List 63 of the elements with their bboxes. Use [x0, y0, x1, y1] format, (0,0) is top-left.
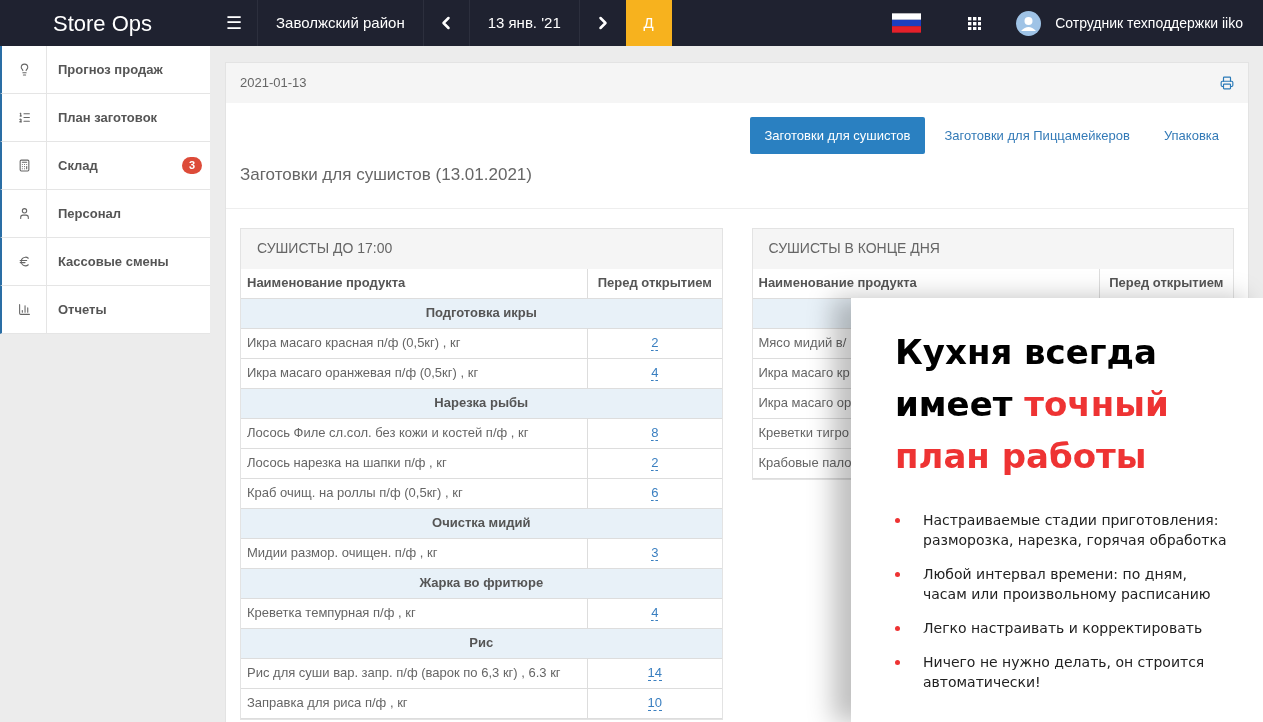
user-name[interactable]: Сотрудник техподдержки iiko: [1055, 12, 1243, 34]
user-icon: [17, 207, 31, 220]
column-header: Перед открытием: [587, 268, 722, 299]
table-cell: Креветка темпурная п/ф , кг: [241, 598, 587, 629]
feature-text: Легко настраивать и корректировать: [923, 619, 1203, 638]
group-row: Нарезка рыбы: [241, 388, 722, 419]
sidebar-item[interactable]: Отчеты: [0, 286, 210, 334]
table-header: СУШИСТЫ В КОНЦЕ ДНЯ: [752, 228, 1233, 269]
table-cell: Краб очищ. на роллы п/ф (0,5кг) , кг: [241, 478, 587, 509]
table-cell: Икра масаго оранжевая п/ф (0,5кг) , кг: [241, 358, 587, 389]
card-date: 2021-01-13: [240, 74, 307, 93]
sidebar-item[interactable]: Прогноз продаж: [0, 46, 210, 94]
column-header: Наименование продукта: [241, 268, 587, 299]
quantity-link[interactable]: 6: [651, 485, 659, 501]
tab[interactable]: Упаковка: [1148, 117, 1234, 154]
print-icon[interactable]: [1220, 76, 1234, 90]
sidebar-item[interactable]: План заготовок: [0, 94, 210, 142]
sidebar-label: Персонал: [58, 204, 123, 223]
table-header: СУШИСТЫ ДО 17:00: [241, 228, 722, 269]
location-selector[interactable]: Заволжский район: [258, 0, 424, 46]
calculator-icon: [17, 159, 31, 172]
quantity-link[interactable]: 8: [651, 425, 659, 441]
feature-text: Ничего не нужно делать, он строится автоматически!: [923, 653, 1206, 692]
sidebar-item[interactable]: Склад 3: [0, 142, 210, 190]
tab[interactable]: Заготовки для Пиццамейкеров: [929, 117, 1145, 154]
table-cell: Икра масаго красная п/ф (0,5кг) , кг: [241, 328, 587, 359]
sidebar-label: Кассовые смены: [58, 252, 170, 271]
sidebar-item[interactable]: Персонал: [0, 190, 210, 238]
table-cell: Рис для суши вар. запр. п/ф (варок по 6,3 кг) , 6.3 кг: [241, 658, 587, 689]
group-row: Жарка во фритюре: [241, 568, 722, 599]
group-row: Рис: [241, 628, 722, 659]
quantity-link[interactable]: 4: [651, 605, 659, 621]
quantity-link[interactable]: 14: [647, 665, 662, 681]
group-row: Подготовка икры: [241, 298, 722, 329]
brand-name[interactable]: Store Ops: [53, 6, 153, 40]
menu-button[interactable]: ☰: [210, 0, 258, 46]
sidebar-item[interactable]: Кассовые смены: [0, 238, 210, 286]
table-cell: Заправка для риса п/ф , кг: [241, 688, 587, 719]
quantity-link[interactable]: 4: [651, 365, 659, 381]
bar-chart-icon: [17, 303, 31, 316]
date-selector[interactable]: 13 янв. '21: [469, 0, 580, 46]
group-row: Очистка мидий: [241, 508, 722, 539]
quantity-link[interactable]: 3: [651, 545, 659, 561]
grid-icon[interactable]: [968, 16, 982, 30]
sidebar-label: План заготовок: [58, 108, 159, 127]
page-title: Заготовки для сушистов (13.01.2021): [240, 165, 532, 184]
avatar-icon[interactable]: [1016, 10, 1042, 36]
feature-text: Настраиваемые стадии приготовления: разморозка, нарезка, горячая обработка: [923, 511, 1228, 550]
table-cell: Мидии размор. очищен. п/ф , кг: [241, 538, 587, 569]
table-cell: Лосось нарезка на шапки п/ф , кг: [241, 448, 587, 479]
sidebar-label: Склад: [58, 156, 99, 175]
sidebar-label: Прогноз продаж: [58, 60, 164, 79]
table-cell: Лосось Филе сл.сол. без кожи и костей п/ф , кг: [241, 418, 587, 449]
euro-icon: [17, 255, 31, 268]
feature-text: Любой интервал времени: по дням, часам или произвольному расписанию: [923, 565, 1212, 604]
sidebar-label: Отчеты: [58, 300, 108, 319]
tab[interactable]: Заготовки для сушистов: [749, 117, 926, 154]
quantity-link[interactable]: 2: [651, 455, 659, 471]
list-icon: [17, 111, 31, 124]
flag-icon[interactable]: [892, 13, 922, 33]
quantity-link[interactable]: 10: [647, 695, 662, 711]
count-badge: 3: [182, 157, 202, 174]
quantity-link[interactable]: 2: [651, 335, 659, 351]
